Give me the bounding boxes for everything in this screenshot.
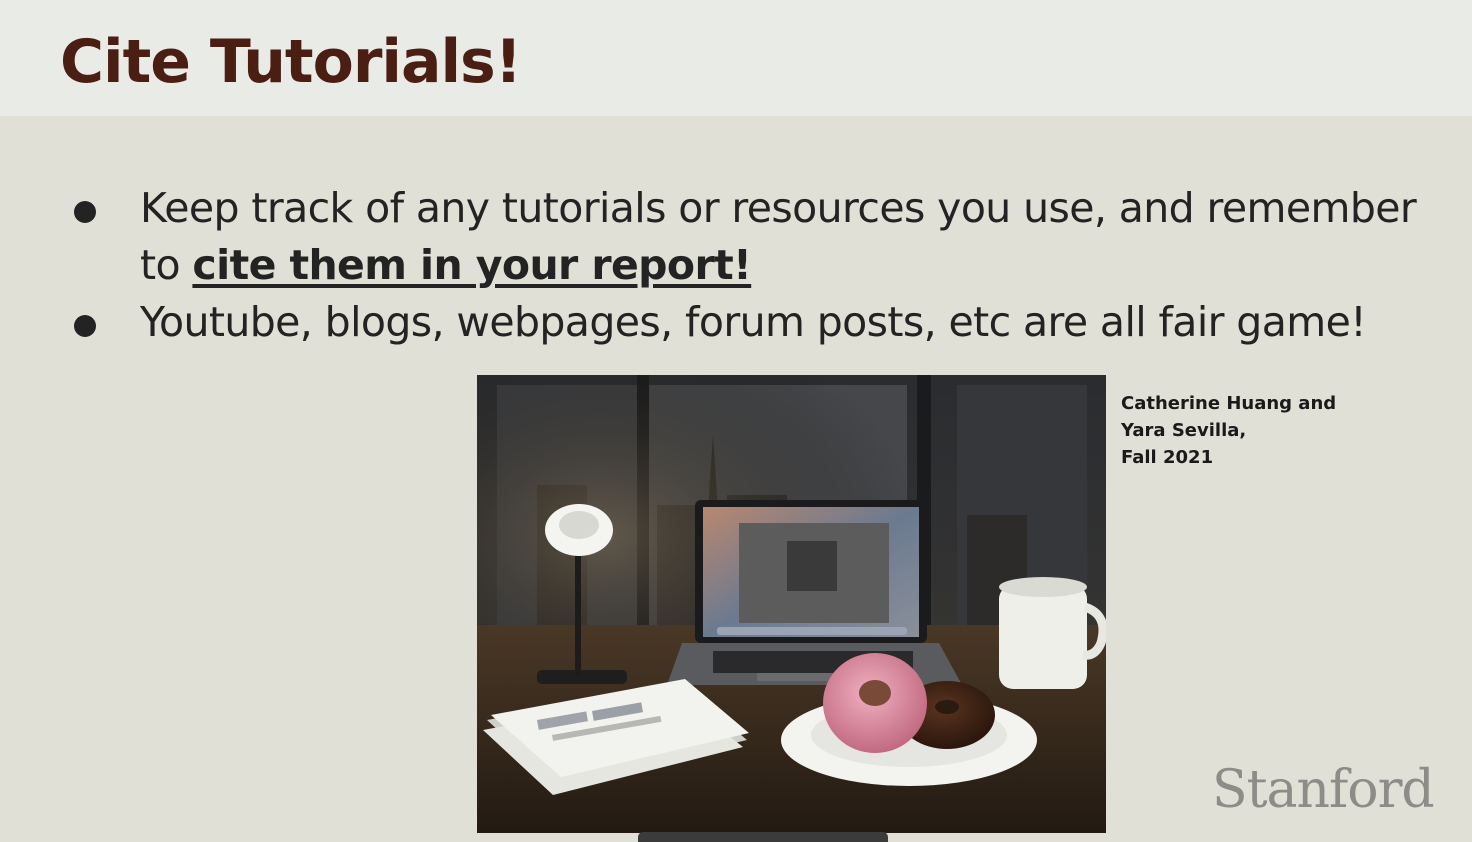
credit-line: Yara Sevilla, — [1121, 420, 1247, 441]
credit-line: Catherine Huang and — [1121, 393, 1337, 414]
credit-line: Fall 2021 — [1121, 447, 1214, 468]
bullet-dot-icon — [74, 201, 96, 223]
bullet-item: Youtube, blogs, webpages, forum posts, e… — [74, 294, 1440, 351]
bullet-item: Keep track of any tutorials or resources… — [74, 180, 1440, 294]
rendered-scene-image — [477, 375, 1106, 833]
image-credit: Catherine Huang and Yara Sevilla, Fall 2… — [1121, 390, 1336, 471]
bullet-emphasis: cite them in your report! — [192, 241, 752, 289]
stanford-logo: Stanford — [1212, 760, 1435, 820]
slide-title: Cite Tutorials! — [60, 27, 522, 97]
bullet-text: Youtube, blogs, webpages, forum posts, e… — [140, 298, 1367, 346]
video-scrollbar[interactable] — [638, 832, 888, 842]
bullet-dot-icon — [74, 315, 96, 337]
